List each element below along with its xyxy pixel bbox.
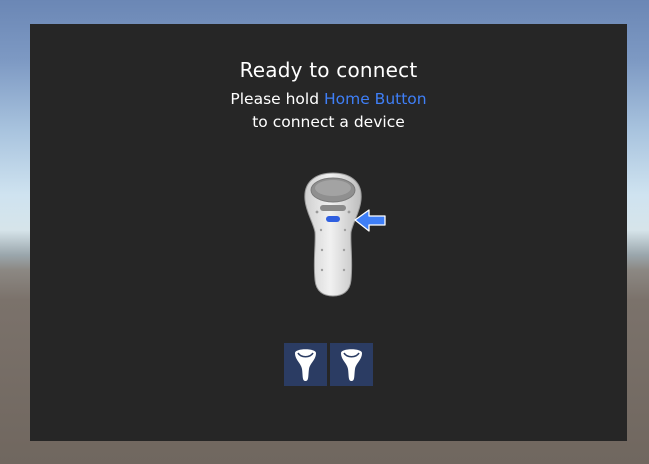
controller-icon <box>341 349 362 381</box>
dialog-title: Ready to connect <box>239 58 418 82</box>
home-button-highlight: Home Button <box>323 90 427 108</box>
connect-panel: Ready to connect Please hold Home Button… <box>30 24 627 441</box>
instruction-prefix: Please hold <box>230 90 324 108</box>
home-button-indicator <box>326 216 340 222</box>
controller-icon <box>295 349 316 381</box>
instruction-suffix: to connect a device <box>252 113 405 131</box>
device-slot-left[interactable] <box>284 343 327 386</box>
pointer-arrow-icon <box>354 209 386 232</box>
device-slot-right[interactable] <box>330 343 373 386</box>
device-slots <box>284 343 374 386</box>
instruction-line: Please hold Home Button <box>30 90 627 108</box>
controller-illustration <box>304 172 386 297</box>
